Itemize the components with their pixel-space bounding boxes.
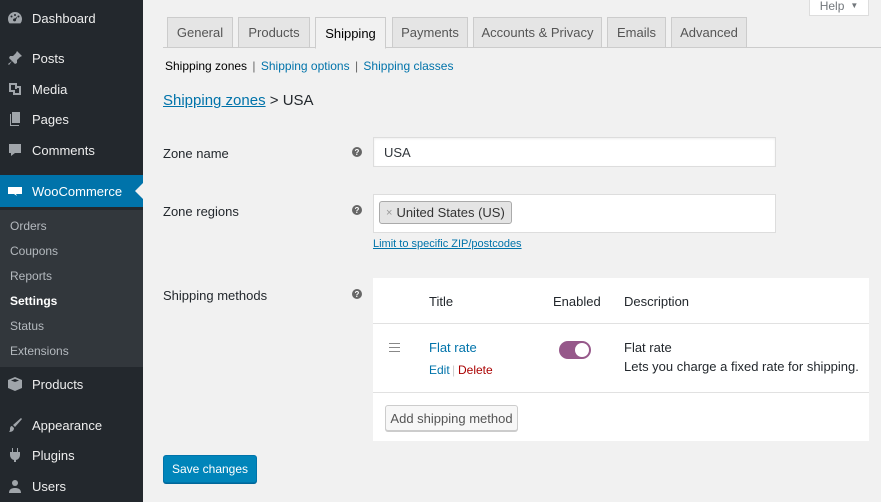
add-shipping-method-button[interactable]: Add shipping method [385, 405, 518, 431]
zone-name-input[interactable] [373, 137, 776, 167]
breadcrumb: Shipping zones > USA [163, 92, 314, 109]
sidebar-item-label: Comments [32, 142, 95, 158]
region-tag-label: United States (US) [396, 205, 505, 220]
help-tip-icon[interactable]: ? [352, 289, 362, 299]
help-tip-icon[interactable]: ? [352, 205, 362, 215]
sidebar-item-label: Posts [32, 50, 65, 66]
submenu-coupons[interactable]: Coupons [10, 244, 58, 258]
sidebar-item-pages[interactable]: Pages [0, 103, 143, 135]
subnav-separator: | [354, 59, 359, 73]
subnav-separator: | [252, 59, 256, 73]
remove-tag-icon[interactable]: × [386, 207, 392, 219]
caret-down-icon: ▼ [850, 1, 859, 10]
method-title-link[interactable]: Flat rate [429, 340, 477, 355]
breadcrumb-separator: > [269, 92, 279, 109]
toggle-knob [575, 343, 589, 357]
sidebar-item-label: Pages [32, 111, 69, 127]
pages-icon [7, 111, 23, 127]
sidebar-item-woocommerce[interactable]: WooCommerce [0, 175, 143, 207]
table-divider [373, 323, 869, 324]
sidebar-item-label: Dashboard [32, 10, 96, 26]
submenu-extensions[interactable]: Extensions [10, 344, 69, 358]
subnav-shipping-classes[interactable]: Shipping classes [363, 59, 453, 73]
comment-icon [7, 142, 23, 158]
sidebar-item-users[interactable]: Users [0, 470, 143, 502]
subnav-shipping-zones[interactable]: Shipping zones [165, 59, 247, 73]
subnav-shipping-options[interactable]: Shipping options [261, 59, 350, 73]
tab-general[interactable]: General [167, 17, 233, 48]
table-divider [373, 392, 869, 393]
shipping-methods-label: Shipping methods [163, 288, 268, 303]
box-icon [7, 376, 23, 392]
method-delete-link[interactable]: Delete [458, 363, 493, 377]
submenu-reports[interactable]: Reports [10, 269, 52, 283]
tab-payments[interactable]: Payments [392, 17, 468, 48]
sidebar-item-label: Plugins [32, 447, 75, 463]
breadcrumb-shipping-zones-link[interactable]: Shipping zones [163, 92, 266, 109]
region-tag: × United States (US) [379, 201, 512, 224]
limit-postcodes-link[interactable]: Limit to specific ZIP/postcodes [373, 238, 522, 250]
sidebar-item-plugins[interactable]: Plugins [0, 439, 143, 471]
help-label: Help [819, 0, 845, 13]
sidebar-item-label: Media [32, 81, 68, 97]
pin-icon [7, 50, 23, 66]
column-header-enabled: Enabled [553, 294, 601, 309]
help-tab[interactable]: Help ▼ [809, 0, 869, 16]
tab-accounts-privacy[interactable]: Accounts & Privacy [473, 17, 602, 48]
save-changes-button[interactable]: Save changes [163, 455, 257, 483]
users-icon [7, 478, 23, 494]
settings-tabs: General Products Shipping Payments Accou… [163, 17, 881, 49]
sidebar-item-appearance[interactable]: Appearance [0, 409, 143, 441]
woocommerce-icon [7, 183, 23, 199]
sidebar-item-label: Users [32, 478, 66, 494]
paintbrush-icon [7, 417, 23, 433]
action-separator: | [452, 363, 456, 377]
zone-regions-label: Zone regions [163, 204, 239, 219]
tab-emails[interactable]: Emails [607, 17, 666, 48]
tab-advanced[interactable]: Advanced [671, 17, 747, 48]
sidebar-item-media[interactable]: Media [0, 73, 143, 105]
media-icon [7, 81, 23, 97]
plugin-icon [7, 447, 23, 463]
method-enabled-toggle[interactable] [559, 341, 591, 359]
sidebar-item-label: WooCommerce [32, 183, 123, 199]
sidebar-item-label: Products [32, 376, 84, 392]
sidebar-item-dashboard[interactable]: Dashboard [0, 2, 143, 34]
submenu-status[interactable]: Status [10, 319, 44, 333]
method-description-title: Flat rate [624, 340, 672, 355]
submenu-orders[interactable]: Orders [10, 219, 47, 233]
drag-handle-icon[interactable] [389, 343, 400, 352]
sidebar-item-comments[interactable]: Comments [0, 134, 143, 166]
tab-products[interactable]: Products [238, 17, 310, 48]
sidebar-item-label: Appearance [32, 417, 103, 433]
tab-shipping[interactable]: Shipping [315, 17, 386, 49]
sidebar-item-posts[interactable]: Posts [0, 42, 143, 74]
method-edit-link[interactable]: Edit [429, 363, 450, 377]
shipping-methods-table: Title Enabled Description Flat rate Edit… [373, 278, 869, 441]
admin-sidebar: Dashboard Posts Media Pages Comments Woo… [0, 0, 143, 502]
column-header-title: Title [429, 294, 454, 309]
zone-name-label: Zone name [163, 146, 229, 161]
shipping-subnav: Shipping zones | Shipping options | Ship… [165, 59, 453, 73]
help-tip-icon[interactable]: ? [352, 147, 362, 157]
column-header-description: Description [624, 294, 690, 309]
dashboard-icon [7, 10, 23, 26]
sidebar-item-products[interactable]: Products [0, 368, 143, 400]
submenu-settings[interactable]: Settings [10, 294, 57, 308]
breadcrumb-current: USA [282, 92, 314, 109]
zone-regions-select[interactable]: × United States (US) [373, 194, 776, 233]
woocommerce-submenu: Orders Coupons Reports Settings Status E… [0, 210, 143, 367]
method-description-text: Lets you charge a fixed rate for shippin… [624, 359, 859, 374]
